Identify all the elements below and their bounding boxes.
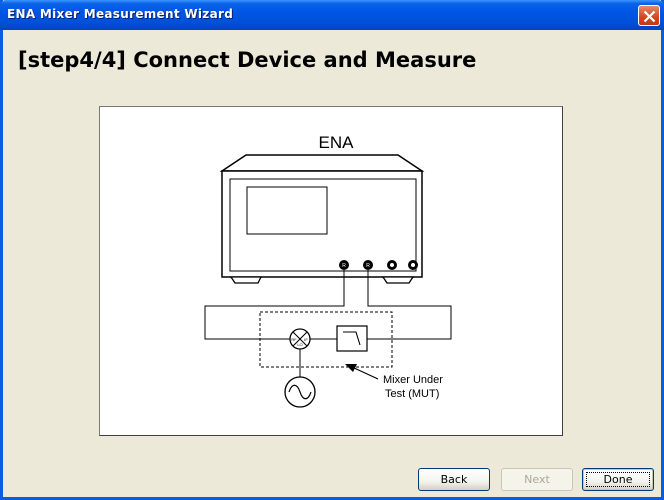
close-button[interactable] bbox=[638, 5, 660, 26]
svg-text:R: R bbox=[366, 263, 370, 269]
ena-screen bbox=[246, 186, 328, 235]
mut-label-line-2: Test (MUT) bbox=[385, 388, 439, 400]
ena-port-1: R bbox=[339, 260, 349, 270]
ena-port-3 bbox=[387, 260, 397, 270]
connection-diagram: ENA R R RF IF LO Mixer Under Test (MUT) bbox=[99, 106, 563, 436]
mixer-lo-label: LO bbox=[297, 342, 302, 347]
ena-foot-left bbox=[229, 276, 263, 284]
ena-port-2: R bbox=[363, 260, 373, 270]
mut-pointer-arrow bbox=[345, 364, 379, 380]
cable-port-1 bbox=[204, 270, 345, 340]
ena-top-bezel bbox=[219, 154, 425, 172]
window-title: ENA Mixer Measurement Wizard bbox=[7, 7, 234, 21]
ena-foot-right bbox=[381, 276, 415, 284]
svg-text:R: R bbox=[342, 263, 346, 269]
mut-label-line-1: Mixer Under bbox=[383, 374, 443, 386]
done-button[interactable]: Done bbox=[582, 468, 654, 491]
mixer-symbol: RF IF LO bbox=[260, 328, 337, 350]
ena-port-4 bbox=[408, 260, 418, 270]
page-title: [step4/4] Connect Device and Measure bbox=[18, 48, 477, 72]
mixer-if-label: IF bbox=[304, 337, 308, 342]
mixer-rf-label: RF bbox=[291, 337, 297, 342]
title-bar[interactable]: ENA Mixer Measurement Wizard bbox=[0, 0, 664, 30]
lowpass-filter-symbol bbox=[336, 325, 392, 352]
ena-label: ENA bbox=[319, 133, 355, 152]
next-button[interactable]: Next bbox=[501, 468, 573, 491]
back-button[interactable]: Back bbox=[418, 468, 490, 491]
close-icon bbox=[643, 10, 656, 23]
lo-signal-source bbox=[284, 376, 316, 408]
